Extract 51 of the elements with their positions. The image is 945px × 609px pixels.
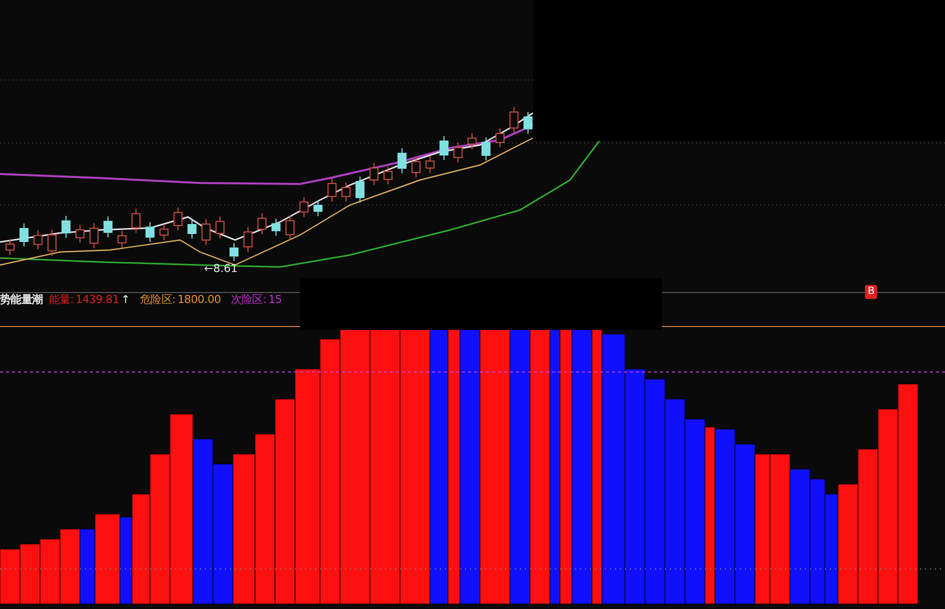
price-low-label: ←8.61 [204, 262, 238, 275]
candlestick [230, 242, 238, 262]
candlestick [426, 156, 434, 174]
candlestick [398, 148, 406, 174]
candlestick [300, 196, 308, 218]
candlestick [160, 224, 168, 241]
candlestick [20, 223, 28, 247]
candlestick [258, 212, 266, 235]
candlestick [482, 136, 490, 161]
candlestick [6, 238, 14, 256]
candlestick [370, 162, 378, 186]
candlestick [342, 182, 350, 202]
candlestick [524, 111, 532, 134]
candlestick [314, 200, 322, 217]
reading-value: 1439.81 [76, 293, 120, 307]
candlestick [384, 166, 392, 185]
candlestick [510, 106, 518, 134]
candlestick [104, 216, 112, 238]
reading-label: 次险区: [230, 293, 266, 307]
candlestick [188, 219, 196, 239]
candlestick [34, 230, 42, 250]
candlestick [454, 142, 462, 164]
candlestick [328, 178, 336, 202]
candlestick [216, 216, 224, 239]
candlestick [174, 207, 182, 232]
energy-bar [20, 544, 40, 604]
indicator-name: 势能量潮 [0, 293, 43, 307]
reading-label: 危险区: [140, 293, 176, 307]
candlestick [90, 222, 98, 249]
candlestick [132, 208, 140, 234]
energy-bar [0, 548, 20, 604]
candlestick [244, 226, 252, 252]
energy-bar [40, 538, 60, 604]
candlestick [468, 132, 476, 150]
candlestick [356, 176, 364, 204]
candlestick [412, 156, 420, 178]
candlestick [48, 229, 56, 256]
signal-badge: B [865, 285, 877, 299]
candlestick [286, 215, 294, 240]
candlestick [62, 215, 70, 238]
candlestick [146, 222, 154, 243]
candlestick [496, 128, 504, 148]
candlestick [272, 218, 280, 236]
reading-value: 1800.00 [177, 293, 221, 307]
candlestick [118, 230, 126, 248]
candlestick [440, 136, 448, 160]
reading-label: 能量: [48, 293, 74, 307]
trend-arrow: ↑ [121, 293, 130, 307]
candlestick [76, 224, 84, 244]
candlestick [202, 218, 210, 246]
reading-value: 15 [268, 293, 282, 307]
